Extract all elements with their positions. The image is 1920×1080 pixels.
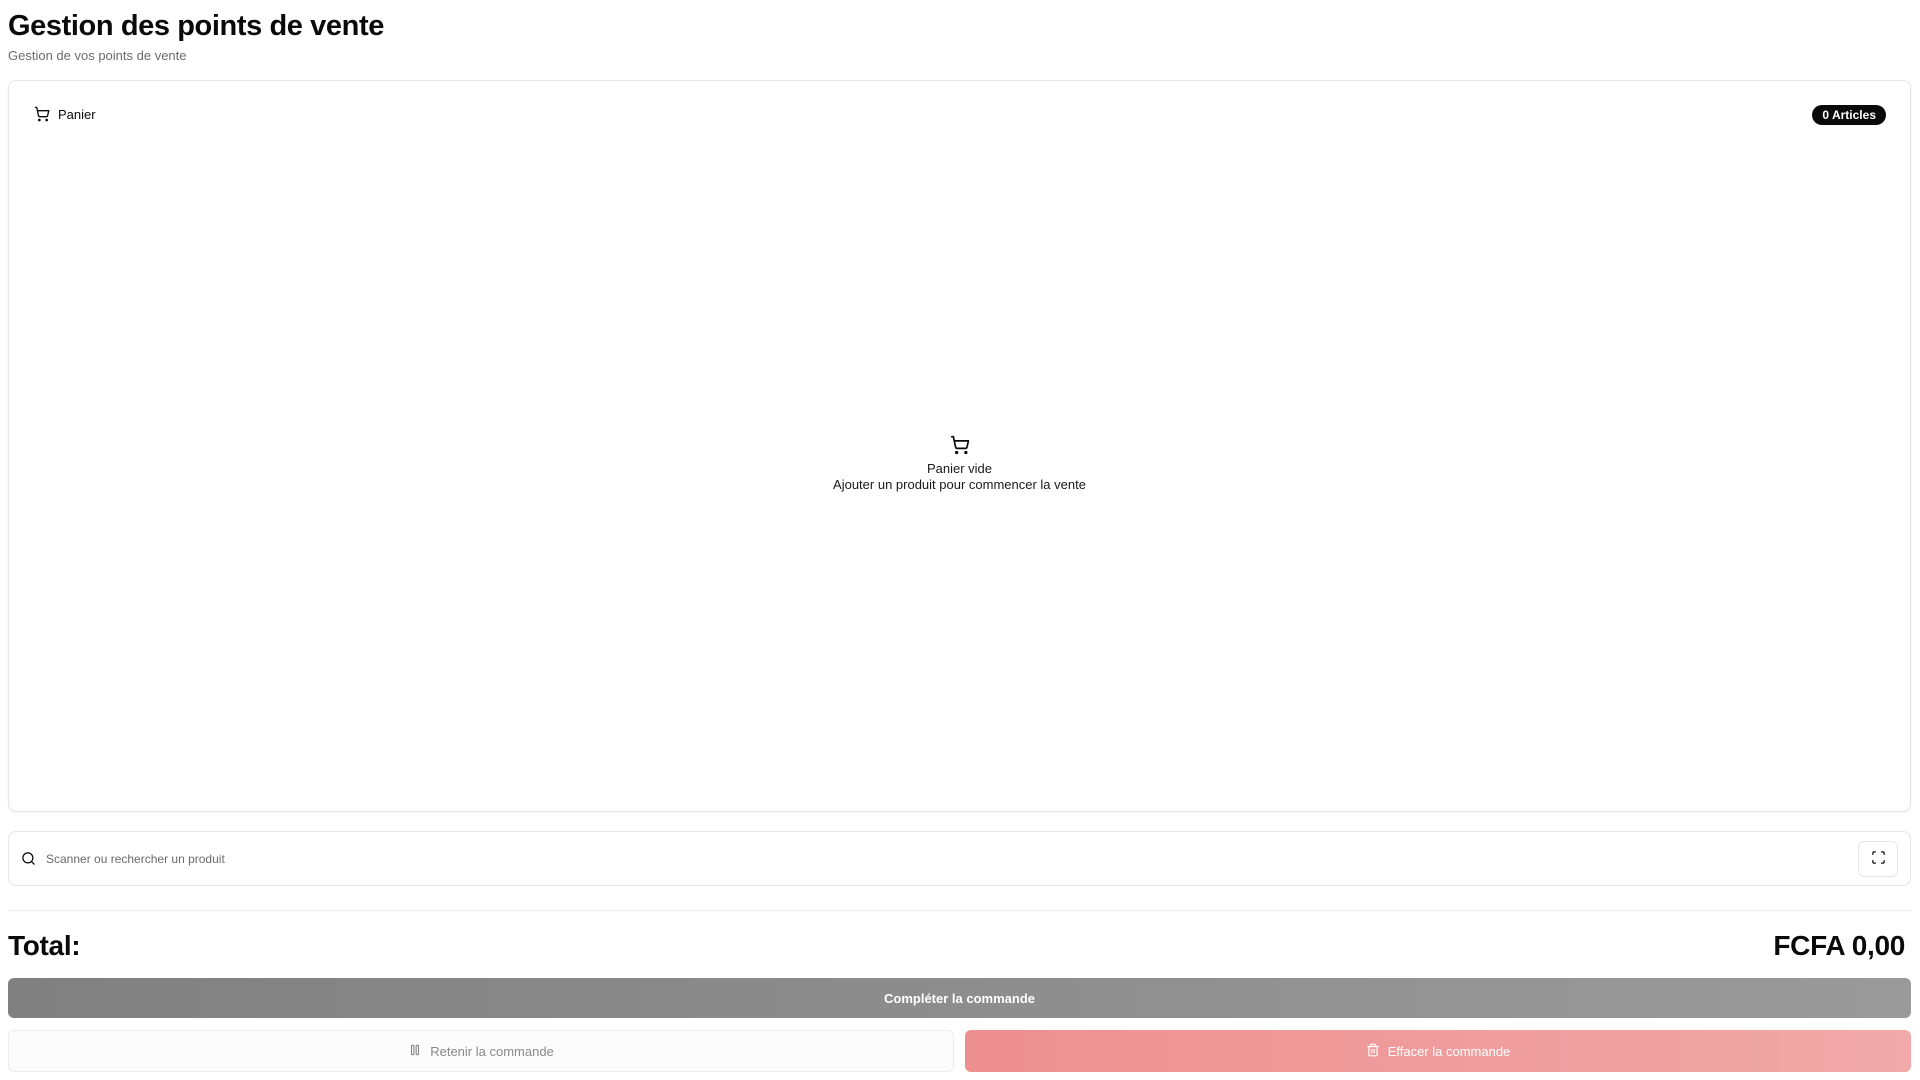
trash-icon — [1366, 1043, 1380, 1060]
empty-cart-message: Ajouter un produit pour commencer la ven… — [833, 477, 1086, 492]
page-subtitle: Gestion de vos points de vente — [8, 48, 187, 63]
empty-cart-icon — [9, 435, 1910, 455]
total-row: Total: FCFA 0,00 — [8, 930, 1905, 962]
clear-order-label: Effacer la commande — [1387, 1043, 1511, 1059]
scan-button[interactable] — [1858, 840, 1898, 877]
hold-order-label: Retenir la commande — [430, 1043, 554, 1059]
page-title: Gestion des points de vente — [8, 10, 384, 42]
divider — [8, 910, 1911, 911]
total-value: FCFA 0,00 — [1773, 930, 1905, 961]
page-header: Gestion des points de vente Gestion de v… — [8, 8, 384, 63]
empty-cart-title: Panier vide — [926, 461, 993, 476]
complete-order-button[interactable]: Compléter la commande — [8, 978, 1911, 1018]
cart-icon — [34, 106, 50, 122]
pause-icon — [408, 1043, 422, 1060]
scan-icon — [1871, 850, 1886, 868]
empty-cart-state: Panier vide Ajouter un produit pour comm… — [9, 435, 1910, 493]
total-label: Total: — [8, 930, 81, 961]
product-search-input[interactable] — [44, 850, 1858, 867]
cart-panel: Panier 0 Articles Panier vide Ajouter un… — [8, 80, 1911, 812]
clear-order-button[interactable]: Effacer la commande — [965, 1030, 1911, 1072]
search-icon — [21, 851, 36, 866]
hold-order-button[interactable]: Retenir la commande — [8, 1030, 954, 1072]
cart-header: Panier — [34, 106, 96, 122]
article-count-badge: 0 Articles — [1812, 105, 1886, 125]
product-search-bar — [8, 831, 1911, 886]
cart-title: Panier — [58, 106, 96, 122]
